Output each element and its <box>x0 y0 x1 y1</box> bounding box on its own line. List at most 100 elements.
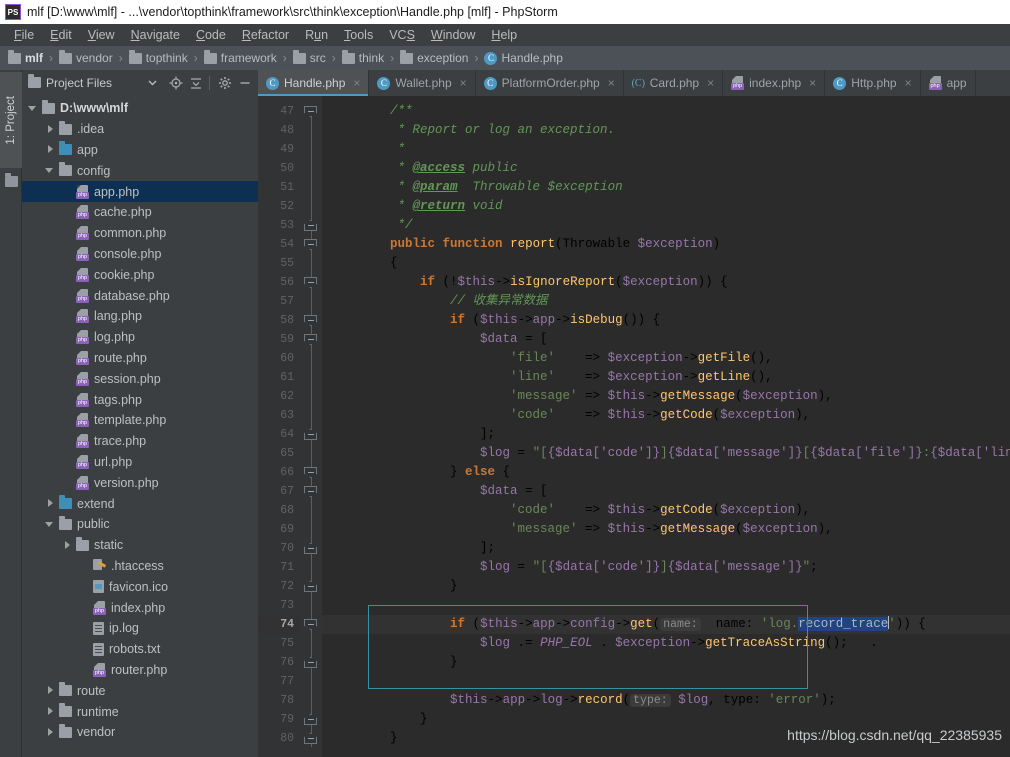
menu-item-view[interactable]: View <box>80 26 123 44</box>
tree-item-commonphp[interactable]: php common.php <box>22 223 258 244</box>
editor-tab-httpphp[interactable]: C Http.php × <box>825 70 921 96</box>
code-line-72[interactable]: } <box>322 577 1010 596</box>
code-line-56[interactable]: if (!$this->isIgnoreReport($exception)) … <box>322 273 1010 292</box>
code-line-50[interactable]: * @access public <box>322 159 1010 178</box>
tree-item-cookiephp[interactable]: php cookie.php <box>22 264 258 285</box>
fold-marker-76[interactable] <box>304 657 317 670</box>
tree-twisty-closed-icon[interactable] <box>45 706 56 717</box>
code-line-66[interactable]: } else { <box>322 463 1010 482</box>
code-editor[interactable]: 47 48 49 50 51 52 53 54 55 56 57 58 59 60 61 62 63 64 65 66… <box>258 96 1010 757</box>
tool-window-button-project[interactable]: 1: Project <box>0 72 22 168</box>
fold-marker-74[interactable] <box>304 619 317 632</box>
editor-tab-cardphp[interactable]: (C) Card.php × <box>624 70 724 96</box>
tree-item-sessionphp[interactable]: php session.php <box>22 368 258 389</box>
collapse-all-icon[interactable] <box>187 74 205 92</box>
tree-item-routephp[interactable]: php route.php <box>22 348 258 369</box>
tree-twisty-closed-icon[interactable] <box>45 124 56 135</box>
gear-icon[interactable] <box>216 74 234 92</box>
breadcrumb-item-framework[interactable]: framework <box>203 49 277 65</box>
fold-marker-53[interactable] <box>304 220 317 233</box>
menu-item-help[interactable]: Help <box>483 26 525 44</box>
code-line-68[interactable]: 'code' => $this->getCode($exception), <box>322 501 1010 520</box>
tree-item-vendor[interactable]: vendor <box>22 722 258 743</box>
tree-twisty-open-icon[interactable] <box>45 165 56 176</box>
editor-tab-walletphp[interactable]: C Wallet.php × <box>369 70 476 96</box>
code-line-49[interactable]: * <box>322 140 1010 159</box>
code-line-51[interactable]: * @param Throwable $exception <box>322 178 1010 197</box>
editor-tab-handlephp[interactable]: C Handle.php × <box>258 70 370 96</box>
code-line-62[interactable]: 'message' => $this->getMessage($exceptio… <box>322 387 1010 406</box>
code-line-70[interactable]: ]; <box>322 539 1010 558</box>
tree-item-cachephp[interactable]: php cache.php <box>22 202 258 223</box>
tree-item-dwwwmlf[interactable]: D:\www\mlf <box>22 98 258 119</box>
tree-item-urlphp[interactable]: php url.php <box>22 452 258 473</box>
editor-tab-app[interactable]: php app <box>921 70 976 96</box>
code-line-64[interactable]: ]; <box>322 425 1010 444</box>
tree-item-consolephp[interactable]: php console.php <box>22 244 258 265</box>
code-line-73[interactable] <box>322 596 1010 615</box>
project-file-tree[interactable]: D:\www\mlf .idea app config php app.php php cac… <box>22 96 258 757</box>
code-folding-gutter[interactable] <box>300 96 322 757</box>
tree-twisty-closed-icon[interactable] <box>45 144 56 155</box>
structure-folder-icon[interactable] <box>5 173 18 187</box>
fold-marker-58[interactable] <box>304 315 317 328</box>
code-line-67[interactable]: $data = [ <box>322 482 1010 501</box>
fold-marker-79[interactable] <box>304 714 317 727</box>
tree-item-langphp[interactable]: php lang.php <box>22 306 258 327</box>
breadcrumb-item-mlf[interactable]: mlf <box>8 49 43 65</box>
tree-twisty-closed-icon[interactable] <box>62 540 73 551</box>
chevron-down-icon[interactable] <box>143 74 161 92</box>
code-line-61[interactable]: 'line' => $exception->getLine(), <box>322 368 1010 387</box>
code-line-71[interactable]: $log = "[{$data['code']}]{$data['message… <box>322 558 1010 577</box>
breadcrumb-item-think[interactable]: think <box>341 49 384 65</box>
code-line-57[interactable]: // 收集异常数据 <box>322 292 1010 311</box>
code-content[interactable]: /** * Report or log an exception. * * @a… <box>322 96 1010 757</box>
tree-twisty-closed-icon[interactable] <box>45 498 56 509</box>
fold-marker-59[interactable] <box>304 334 317 347</box>
fold-marker-47[interactable] <box>304 106 317 119</box>
fold-marker-80[interactable] <box>304 733 317 746</box>
code-line-75[interactable]: $log .= PHP_EOL . $exception->getTraceAs… <box>322 634 1010 653</box>
tree-item-tagsphp[interactable]: php tags.php <box>22 389 258 410</box>
fold-marker-67[interactable] <box>304 486 317 499</box>
tree-item-static[interactable]: static <box>22 535 258 556</box>
editor-tab-platformorderphp[interactable]: C PlatformOrder.php × <box>476 70 624 96</box>
code-line-59[interactable]: $data = [ <box>322 330 1010 349</box>
tree-item-idea[interactable]: .idea <box>22 119 258 140</box>
breadcrumb-item-vendor[interactable]: vendor <box>59 49 113 65</box>
fold-marker-70[interactable] <box>304 543 317 556</box>
tree-twisty-open-icon[interactable] <box>28 103 39 114</box>
menu-item-code[interactable]: Code <box>188 26 234 44</box>
tree-item-config[interactable]: config <box>22 160 258 181</box>
tree-item-appphp[interactable]: php app.php <box>22 181 258 202</box>
tree-item-htaccess[interactable]: .htaccess <box>22 556 258 577</box>
tree-item-tracephp[interactable]: php trace.php <box>22 431 258 452</box>
tree-item-faviconico[interactable]: favicon.ico <box>22 576 258 597</box>
tree-item-route[interactable]: route <box>22 680 258 701</box>
code-line-58[interactable]: if ($this->app->isDebug()) { <box>322 311 1010 330</box>
code-line-48[interactable]: * Report or log an exception. <box>322 121 1010 140</box>
close-icon[interactable]: × <box>608 76 615 90</box>
code-line-74[interactable]: if ($this->app->config->get(name: name: … <box>322 615 1010 634</box>
code-line-54[interactable]: public function report(Throwable $except… <box>322 235 1010 254</box>
breadcrumb-item-src[interactable]: src <box>292 49 326 65</box>
menu-item-run[interactable]: Run <box>297 26 336 44</box>
breadcrumb-item-handlephp[interactable]: C Handle.php <box>484 51 563 65</box>
tree-twisty-open-icon[interactable] <box>45 519 56 530</box>
menu-item-navigate[interactable]: Navigate <box>123 26 188 44</box>
tree-item-templatephp[interactable]: php template.php <box>22 410 258 431</box>
hide-panel-icon[interactable] <box>236 74 254 92</box>
editor-tab-indexphp[interactable]: php index.php × <box>723 70 826 96</box>
tree-item-extend[interactable]: extend <box>22 493 258 514</box>
close-icon[interactable]: × <box>809 76 816 90</box>
fold-marker-66[interactable] <box>304 467 317 480</box>
code-line-55[interactable]: { <box>322 254 1010 273</box>
tree-item-runtime[interactable]: runtime <box>22 701 258 722</box>
code-line-63[interactable]: 'code' => $this->getCode($exception), <box>322 406 1010 425</box>
close-icon[interactable]: × <box>460 76 467 90</box>
menu-item-refactor[interactable]: Refactor <box>234 26 297 44</box>
code-line-78[interactable]: $this->app->log->record(type: $log, type… <box>322 691 1010 710</box>
code-line-53[interactable]: */ <box>322 216 1010 235</box>
menu-item-vcs[interactable]: VCS <box>381 26 423 44</box>
breadcrumb-item-exception[interactable]: exception <box>400 49 468 65</box>
